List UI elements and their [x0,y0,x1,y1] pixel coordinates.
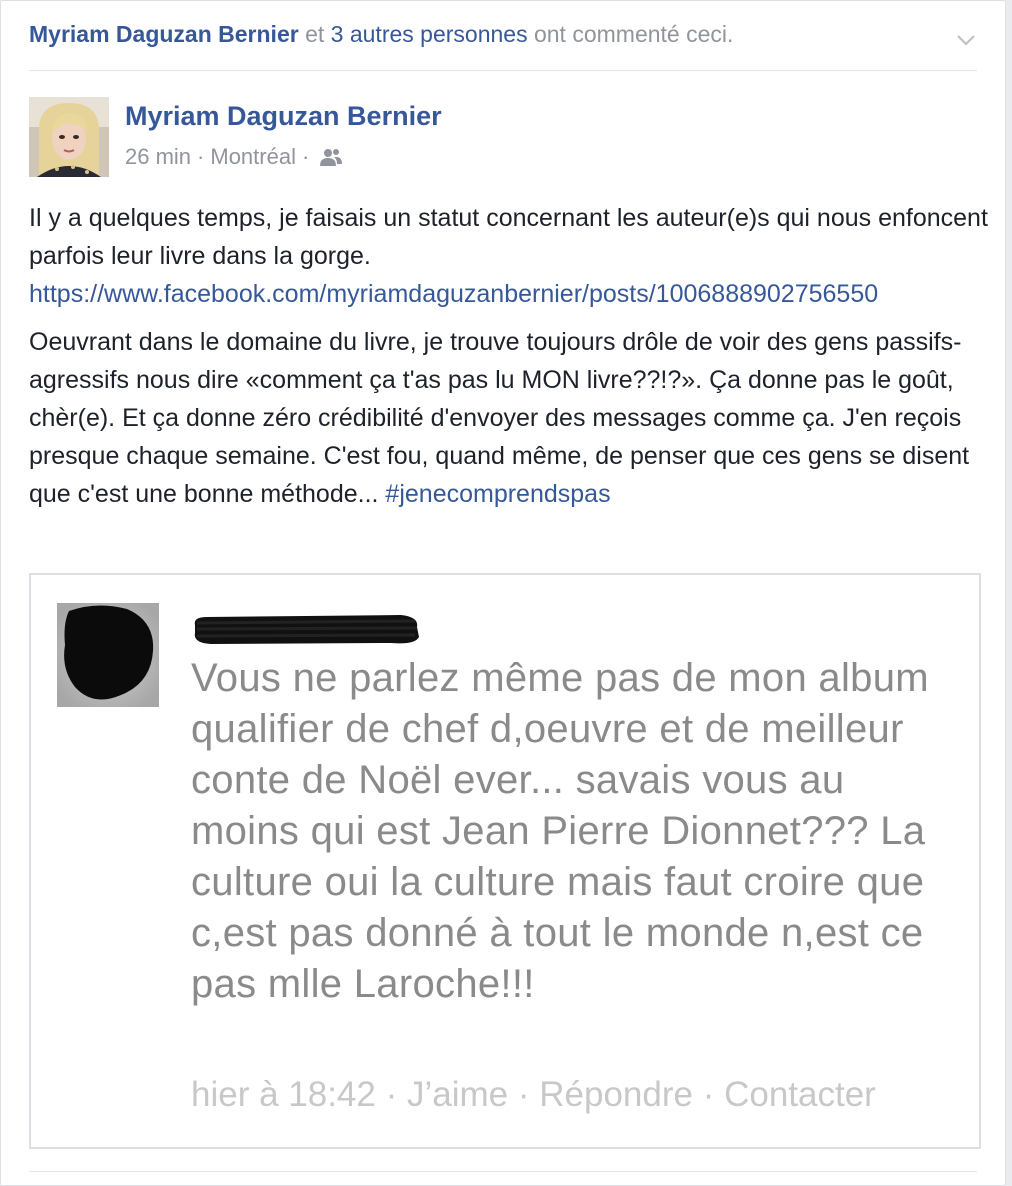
quoted-comment-text: Vous ne parlez même pas de mon album qua… [191,656,929,1006]
post-link[interactable]: https://www.facebook.com/myriamdaguzanbe… [29,280,878,308]
post-paragraph: Il y a quelques temps, je faisais un sta… [29,199,989,313]
redacted-name [194,615,419,644]
meta-separator: · [692,1075,725,1114]
quoted-reply: Répondre [539,1075,693,1114]
post-location[interactable]: Montréal [210,144,296,170]
author-avatar[interactable] [29,97,109,177]
post-paragraph: Oeuvrant dans le domaine du livre, je tr… [29,323,989,513]
actor-link[interactable]: Myriam Daguzan Bernier [29,21,299,47]
post-meta: 26 min · Montréal · [125,144,343,170]
quoted-like: J’aime [406,1075,509,1114]
redacted-avatar [57,603,159,707]
meta-separator: · [301,144,310,169]
meta-separator: · [375,1075,407,1114]
post-paragraph-1: Il y a quelques temps, je faisais un sta… [29,204,988,270]
hashtag-link[interactable]: #jenecomprendspas [385,480,610,508]
post-body: Il y a quelques temps, je faisais un sta… [29,199,989,523]
post-card: Myriam Daguzan Bernier et 3 autres perso… [0,0,1006,1186]
friends-icon[interactable] [319,147,343,167]
others-link[interactable]: 3 autres personnes [331,21,528,47]
meta-separator: · [197,144,205,169]
embedded-screenshot[interactable]: Vous ne parlez même pas de mon album qua… [29,573,981,1149]
action-text: ont commenté ceci. [527,21,734,47]
quoted-comment-meta: hier à 18:42 · J’aime · Répondre · Conta… [191,1075,876,1115]
conjunction-text: et [298,21,331,47]
meta-separator: · [508,1075,540,1114]
post-author[interactable]: Myriam Daguzan Bernier [125,101,442,132]
story-header: Myriam Daguzan Bernier et 3 autres perso… [29,21,977,71]
chevron-down-icon[interactable] [955,29,977,51]
post-time[interactable]: 26 min [125,144,191,170]
quoted-comment-time: hier à 18:42 [191,1075,376,1114]
quoted-contact: Contacter [724,1075,876,1114]
divider [29,1171,977,1172]
